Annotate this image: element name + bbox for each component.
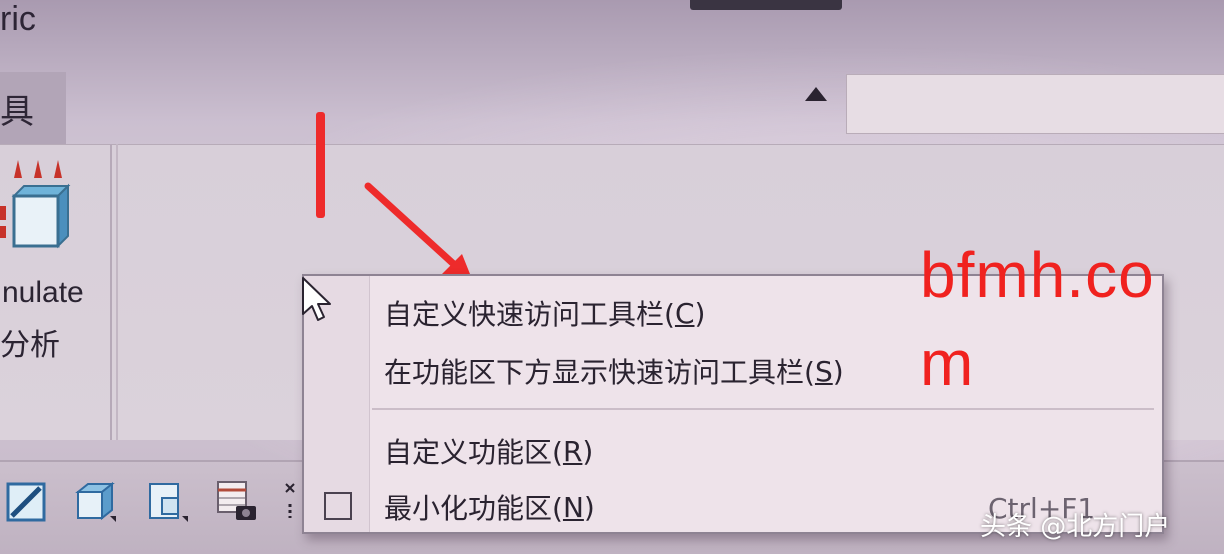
menu-separator xyxy=(372,408,1154,410)
watermark-text-line2: m xyxy=(920,327,975,399)
menu-item-accelerator: C xyxy=(674,296,695,330)
simulate-label: nulate xyxy=(2,276,84,309)
window-title-fragment: ric xyxy=(0,0,36,38)
menu-item-minimize-ribbon[interactable]: 最小化功能区(N) xyxy=(384,482,595,532)
search-input[interactable] xyxy=(846,74,1224,134)
simulate-cube-icon[interactable] xyxy=(0,158,72,258)
menu-item-label: 自定义快速访问工具栏( xyxy=(384,298,675,331)
menu-item-label-tail: ) xyxy=(583,490,595,524)
ribbon-tab[interactable]: 具 xyxy=(0,72,66,144)
menu-item-accelerator: N xyxy=(562,490,584,524)
title-bar-control[interactable] xyxy=(690,0,842,10)
ribbon-group-divider xyxy=(116,144,118,440)
menu-item-accelerator: R xyxy=(562,434,583,468)
drawing-sheet-icon[interactable] xyxy=(144,478,190,524)
ribbon-tab-label: 具 xyxy=(0,91,34,132)
annotation-bar xyxy=(316,112,325,218)
menu-item-label-tail: ) xyxy=(582,434,594,468)
mouse-cursor-icon xyxy=(302,277,331,321)
ribbon-context-menu: 自定义快速访问工具栏(C) 在功能区下方显示快速访问工具栏(S) 自定义功能区(… xyxy=(302,274,1164,534)
menu-item-customize-ribbon[interactable]: 自定义功能区(R) xyxy=(384,426,593,476)
menu-item-label: 自定义功能区( xyxy=(384,436,563,469)
table-camera-icon[interactable] xyxy=(214,478,260,524)
menu-item-customize-qat[interactable]: 自定义快速访问工具栏(C) xyxy=(384,288,705,338)
minimize-ribbon-checkbox[interactable] xyxy=(324,492,352,520)
chevron-up-icon xyxy=(805,87,827,101)
source-credit: 头条 @北方门户 xyxy=(980,512,1171,542)
simulate-sublabel: 分析 xyxy=(0,328,60,363)
menu-item-label: 最小化功能区( xyxy=(384,492,563,525)
menu-item-label-tail: ) xyxy=(694,296,706,330)
menu-item-show-qat-below[interactable]: 在功能区下方显示快速访问工具栏(S) xyxy=(384,346,844,396)
collapse-ribbon-button[interactable] xyxy=(798,80,834,108)
menu-item-label-tail: ) xyxy=(832,354,844,388)
edit-sketch-icon[interactable] xyxy=(4,478,50,524)
menu-item-label: 在功能区下方显示快速访问工具栏( xyxy=(384,356,815,389)
misc-icon[interactable] xyxy=(284,478,304,524)
cube-part-icon[interactable] xyxy=(72,478,118,524)
menu-item-accelerator: S xyxy=(814,354,833,388)
watermark-text-line1: bfmh.co xyxy=(920,239,1155,311)
